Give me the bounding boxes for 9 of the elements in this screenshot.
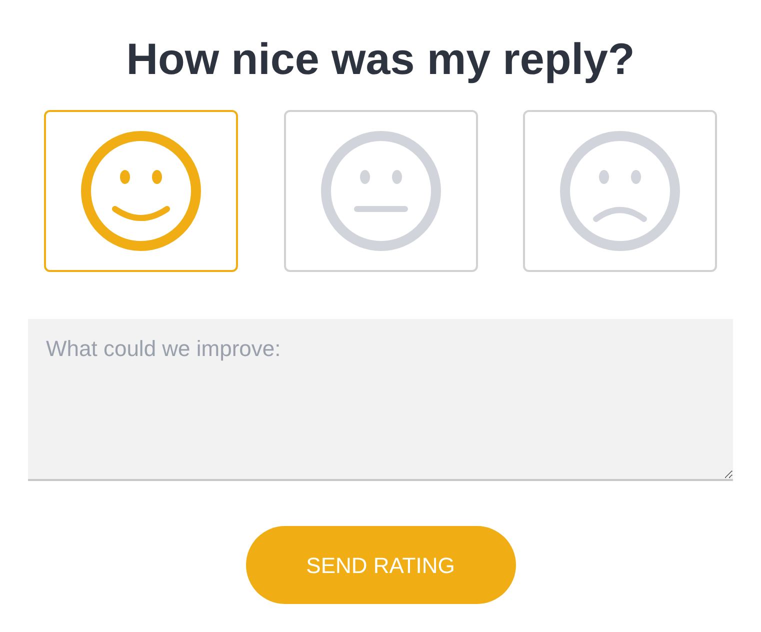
comment-field[interactable]: What could we improve:	[28, 319, 733, 481]
rating-option[interactable]	[523, 110, 717, 272]
sad-face-icon	[560, 131, 680, 251]
rating-option[interactable]	[284, 110, 478, 272]
rating-option[interactable]	[44, 110, 238, 272]
title: How nice was my reply?	[126, 34, 635, 86]
send-rating-button[interactable]: SEND RATING	[246, 526, 516, 604]
neutral-face-icon	[320, 131, 440, 251]
smiley-face-icon	[81, 131, 201, 251]
